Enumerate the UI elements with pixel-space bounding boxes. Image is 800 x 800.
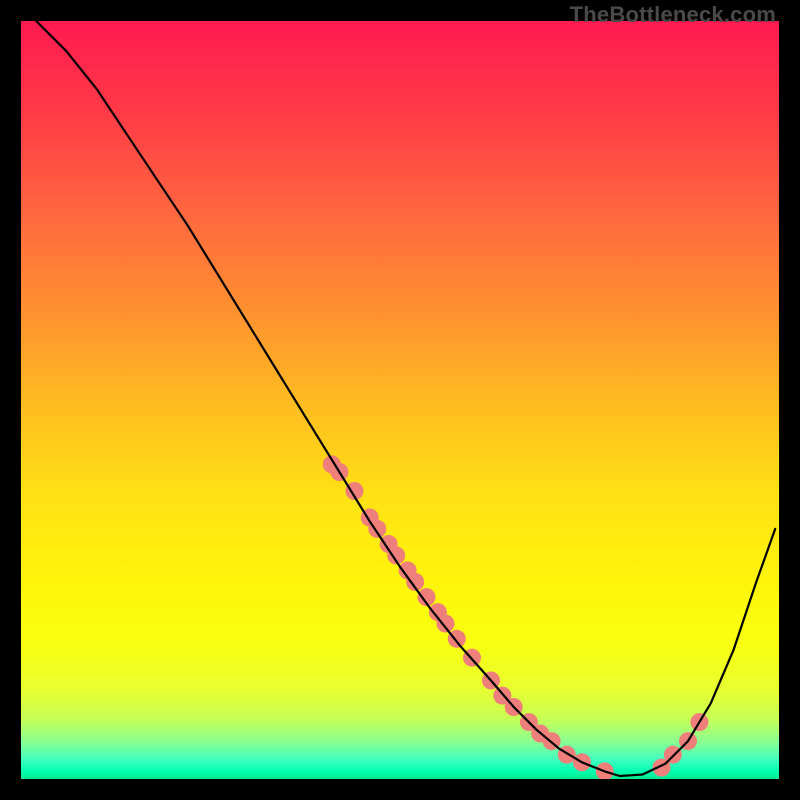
curve-marker [437, 615, 455, 633]
curve-line [36, 21, 775, 776]
curve-markers [323, 455, 709, 779]
chart-svg [21, 21, 779, 779]
